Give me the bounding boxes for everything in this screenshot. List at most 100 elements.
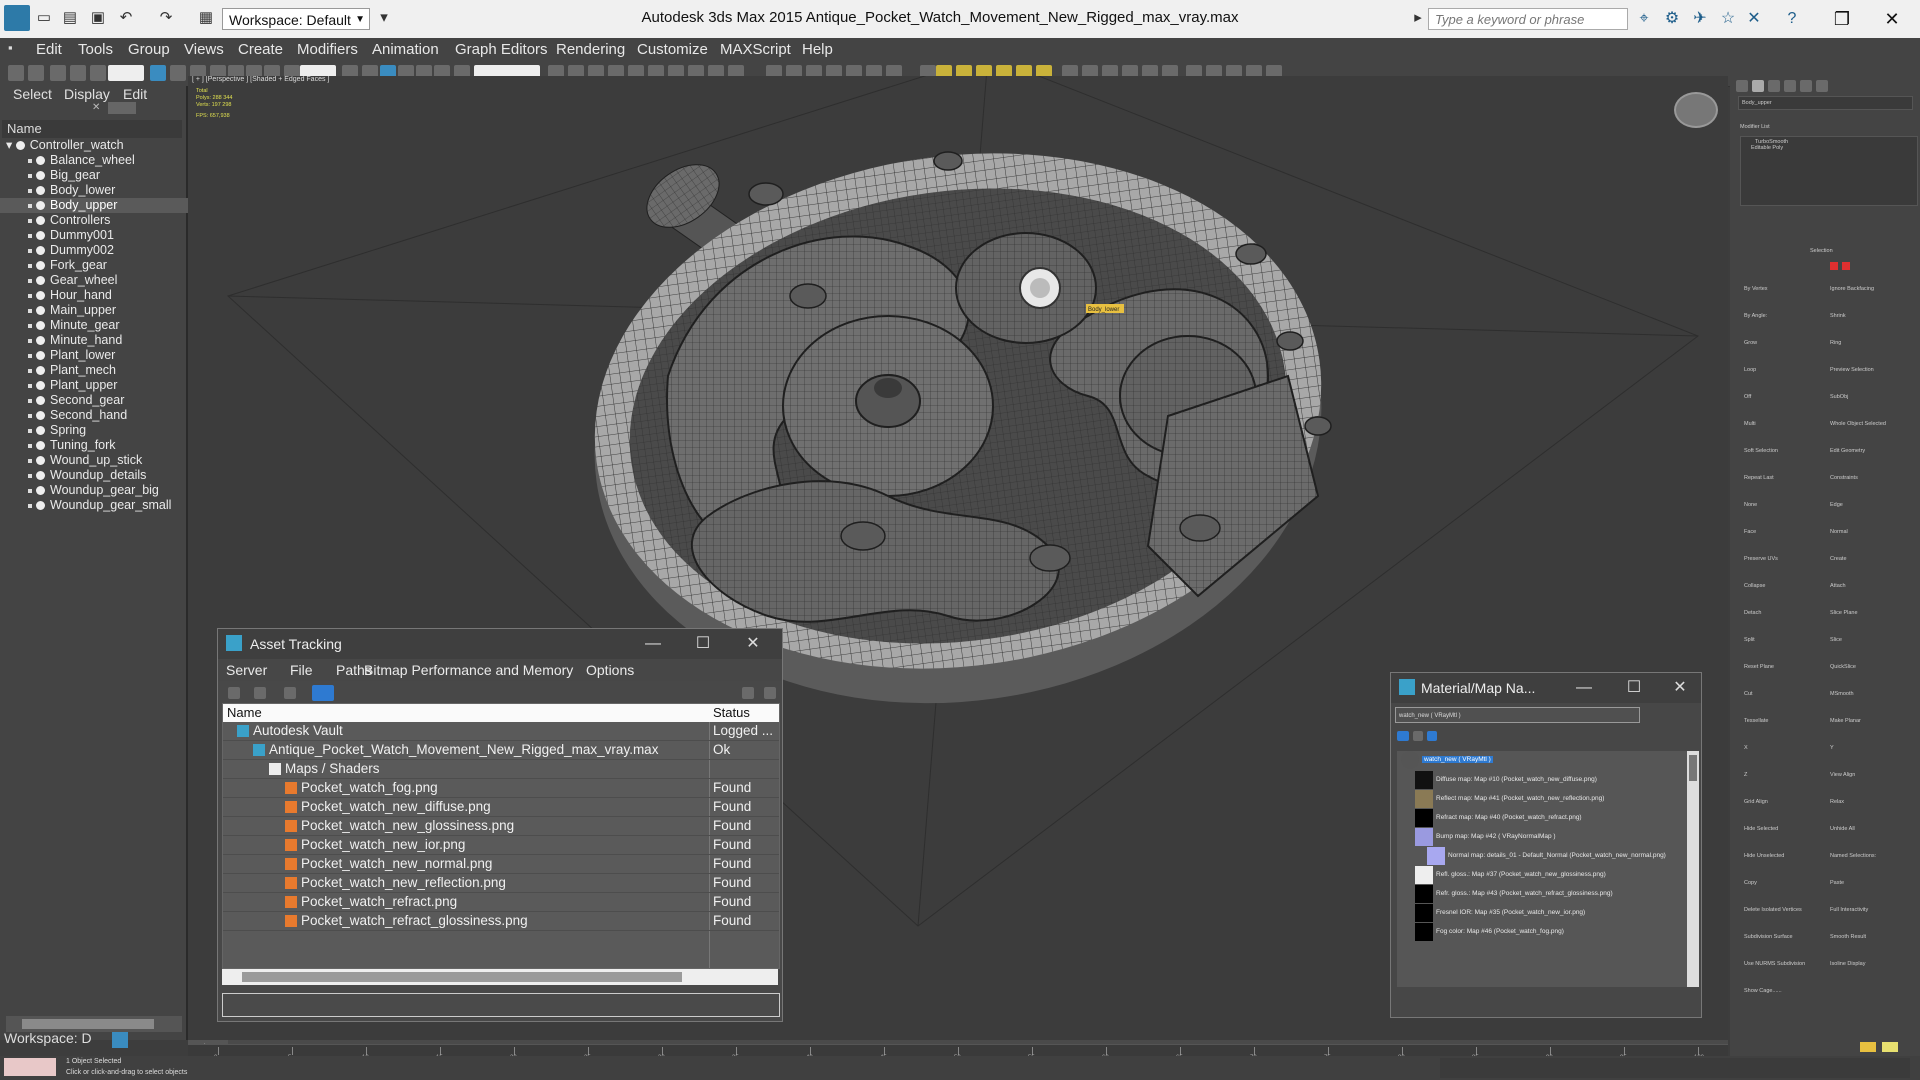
visibility-bulb-icon[interactable] xyxy=(36,246,45,256)
scrollbar-thumb[interactable] xyxy=(242,972,682,982)
command-panel-control[interactable]: Loop xyxy=(1744,367,1756,373)
visibility-bulb-icon[interactable] xyxy=(36,186,45,196)
visibility-bulb-icon[interactable] xyxy=(36,501,45,511)
binoculars-icon[interactable]: ⌖ xyxy=(1634,9,1654,29)
freeze-icon[interactable] xyxy=(28,308,32,313)
tab-edit[interactable]: Edit xyxy=(123,86,147,102)
visibility-bulb-icon[interactable] xyxy=(36,291,45,301)
freeze-icon[interactable] xyxy=(28,368,32,373)
cage-selected-color-swatch[interactable] xyxy=(1882,1042,1898,1052)
tree-item[interactable]: Fork_gear xyxy=(0,258,212,273)
freeze-icon[interactable] xyxy=(28,188,32,193)
tree-item[interactable]: Woundup_gear_small xyxy=(0,498,212,513)
command-panel-control[interactable]: Face xyxy=(1744,529,1756,535)
tree-item[interactable]: Controllers xyxy=(0,213,212,228)
command-panel-control[interactable]: Soft Selection xyxy=(1744,448,1778,454)
command-panel-control[interactable]: Ring xyxy=(1830,340,1841,346)
freeze-icon[interactable] xyxy=(28,233,32,238)
command-panel-control[interactable]: Hide Unselected xyxy=(1744,853,1784,859)
visibility-bulb-icon[interactable] xyxy=(36,321,45,331)
menu-group[interactable]: Group xyxy=(128,41,170,58)
material-map-row[interactable]: Fog color: Map #46 (Pocket_watch_fog.png… xyxy=(1415,923,1564,941)
tree-item[interactable]: Hour_hand xyxy=(0,288,212,303)
freeze-icon[interactable] xyxy=(28,473,32,478)
command-panel-control[interactable]: Reset Plane xyxy=(1744,664,1774,670)
new-file-icon[interactable]: ▭ xyxy=(34,8,54,28)
tree-item[interactable]: Minute_gear xyxy=(0,318,212,333)
object-name-field[interactable]: Body_upper xyxy=(1738,96,1913,110)
maximize-button[interactable]: ☐ xyxy=(1619,677,1649,699)
tree-item[interactable]: Plant_mech xyxy=(0,363,212,378)
asset-row[interactable]: Pocket_watch_new_ior.png Found xyxy=(223,836,779,855)
workspace-bottom-label[interactable]: Workspace: D xyxy=(4,1030,98,1050)
asset-tracking-titlebar[interactable]: Asset Tracking — ☐ ✕ xyxy=(218,629,782,659)
expand-icon[interactable]: ▾ xyxy=(6,138,12,152)
command-panel-control[interactable]: By Vertex xyxy=(1744,286,1768,292)
command-panel-control[interactable]: Slice Plane xyxy=(1830,610,1858,616)
menu-create[interactable]: Create xyxy=(238,41,283,58)
command-panel-control[interactable]: Collapse xyxy=(1744,583,1765,589)
column-status[interactable]: Status xyxy=(713,704,750,722)
tree-item[interactable]: Main_upper xyxy=(0,303,212,318)
command-panel-control[interactable]: Split xyxy=(1744,637,1755,643)
visibility-bulb-icon[interactable] xyxy=(36,351,45,361)
command-panel-control[interactable]: Make Planar xyxy=(1830,718,1861,724)
minimize-button[interactable]: — xyxy=(638,633,668,655)
selection-rollout[interactable]: Selection xyxy=(1810,248,1833,254)
stack-item-editable-poly[interactable]: Editable Poly xyxy=(1741,145,1917,151)
layer-toggle-icon[interactable] xyxy=(112,1032,128,1048)
unlink-icon[interactable] xyxy=(70,65,86,81)
freeze-icon[interactable] xyxy=(28,218,32,223)
command-panel-control[interactable]: Repeat Last xyxy=(1744,475,1774,481)
freeze-icon[interactable] xyxy=(28,203,32,208)
freeze-icon[interactable] xyxy=(28,338,32,343)
menu-file[interactable]: File xyxy=(290,662,313,678)
command-panel-control[interactable]: Shrink xyxy=(1830,313,1846,319)
visibility-bulb-icon[interactable] xyxy=(36,231,45,241)
scrollbar-thumb[interactable] xyxy=(22,1019,154,1029)
menu-edit[interactable]: Edit xyxy=(36,41,62,58)
visibility-bulb-icon[interactable] xyxy=(36,171,45,181)
link-icon[interactable] xyxy=(50,65,66,81)
freeze-icon[interactable] xyxy=(28,398,32,403)
command-panel-control[interactable]: Slice xyxy=(1830,637,1842,643)
freeze-icon[interactable] xyxy=(28,248,32,253)
command-panel-control[interactable]: Grid Align xyxy=(1744,799,1768,805)
material-map-row[interactable]: Refr. gloss.: Map #43 (Pocket_watch_refr… xyxy=(1415,885,1613,903)
command-panel-control[interactable]: Normal xyxy=(1830,529,1848,535)
command-panel-control[interactable]: Create xyxy=(1830,556,1847,562)
command-panel-control[interactable]: Preserve UVs xyxy=(1744,556,1778,562)
communication-icon[interactable]: ✈ xyxy=(1690,9,1710,29)
modifier-list-label[interactable]: Modifier List xyxy=(1740,124,1770,130)
menu-graph-editors[interactable]: Graph Editors xyxy=(455,41,548,58)
visibility-bulb-icon[interactable] xyxy=(36,306,45,316)
asset-row[interactable]: Autodesk Vault Logged ... xyxy=(223,722,779,741)
asset-row[interactable]: Pocket_watch_fog.png Found xyxy=(223,779,779,798)
checkin-icon[interactable] xyxy=(284,687,296,699)
freeze-icon[interactable] xyxy=(28,383,32,388)
visibility-bulb-icon[interactable] xyxy=(36,201,45,211)
command-panel-control[interactable]: Isoline Display xyxy=(1830,961,1865,967)
select-object-icon[interactable] xyxy=(150,65,166,81)
command-panel-control[interactable]: Named Selections: xyxy=(1830,853,1876,859)
close-filter-icon[interactable]: ✕ xyxy=(92,102,106,114)
view-list-icon[interactable] xyxy=(1397,731,1409,741)
freeze-icon[interactable] xyxy=(28,503,32,508)
asset-row[interactable]: Pocket_watch_new_reflection.png Found xyxy=(223,874,779,893)
bind-space-warp-icon[interactable] xyxy=(90,65,106,81)
asset-row[interactable]: Pocket_watch_refract_glossiness.png Found xyxy=(223,912,779,931)
command-panel-control[interactable]: Unhide All xyxy=(1830,826,1855,832)
material-name-field[interactable]: watch_new ( VRayMtl ) xyxy=(1395,707,1640,723)
close-button[interactable]: ✕ xyxy=(1665,677,1695,699)
column-name[interactable]: Name xyxy=(227,704,262,722)
asset-horizontal-scrollbar[interactable] xyxy=(222,969,778,985)
search-expand-icon[interactable]: ▸ xyxy=(1408,8,1428,28)
tree-item[interactable]: Plant_upper xyxy=(0,378,212,393)
undo-tool-icon[interactable] xyxy=(8,65,24,81)
menu-options[interactable]: Options xyxy=(586,662,634,678)
name-column-header[interactable]: Name xyxy=(2,120,182,138)
material-map-row[interactable]: Normal map: details_01 - Default_Normal … xyxy=(1427,847,1666,865)
freeze-icon[interactable] xyxy=(28,158,32,163)
tree-item[interactable]: Tuning_fork xyxy=(0,438,212,453)
menu-customize[interactable]: Customize xyxy=(637,41,708,58)
